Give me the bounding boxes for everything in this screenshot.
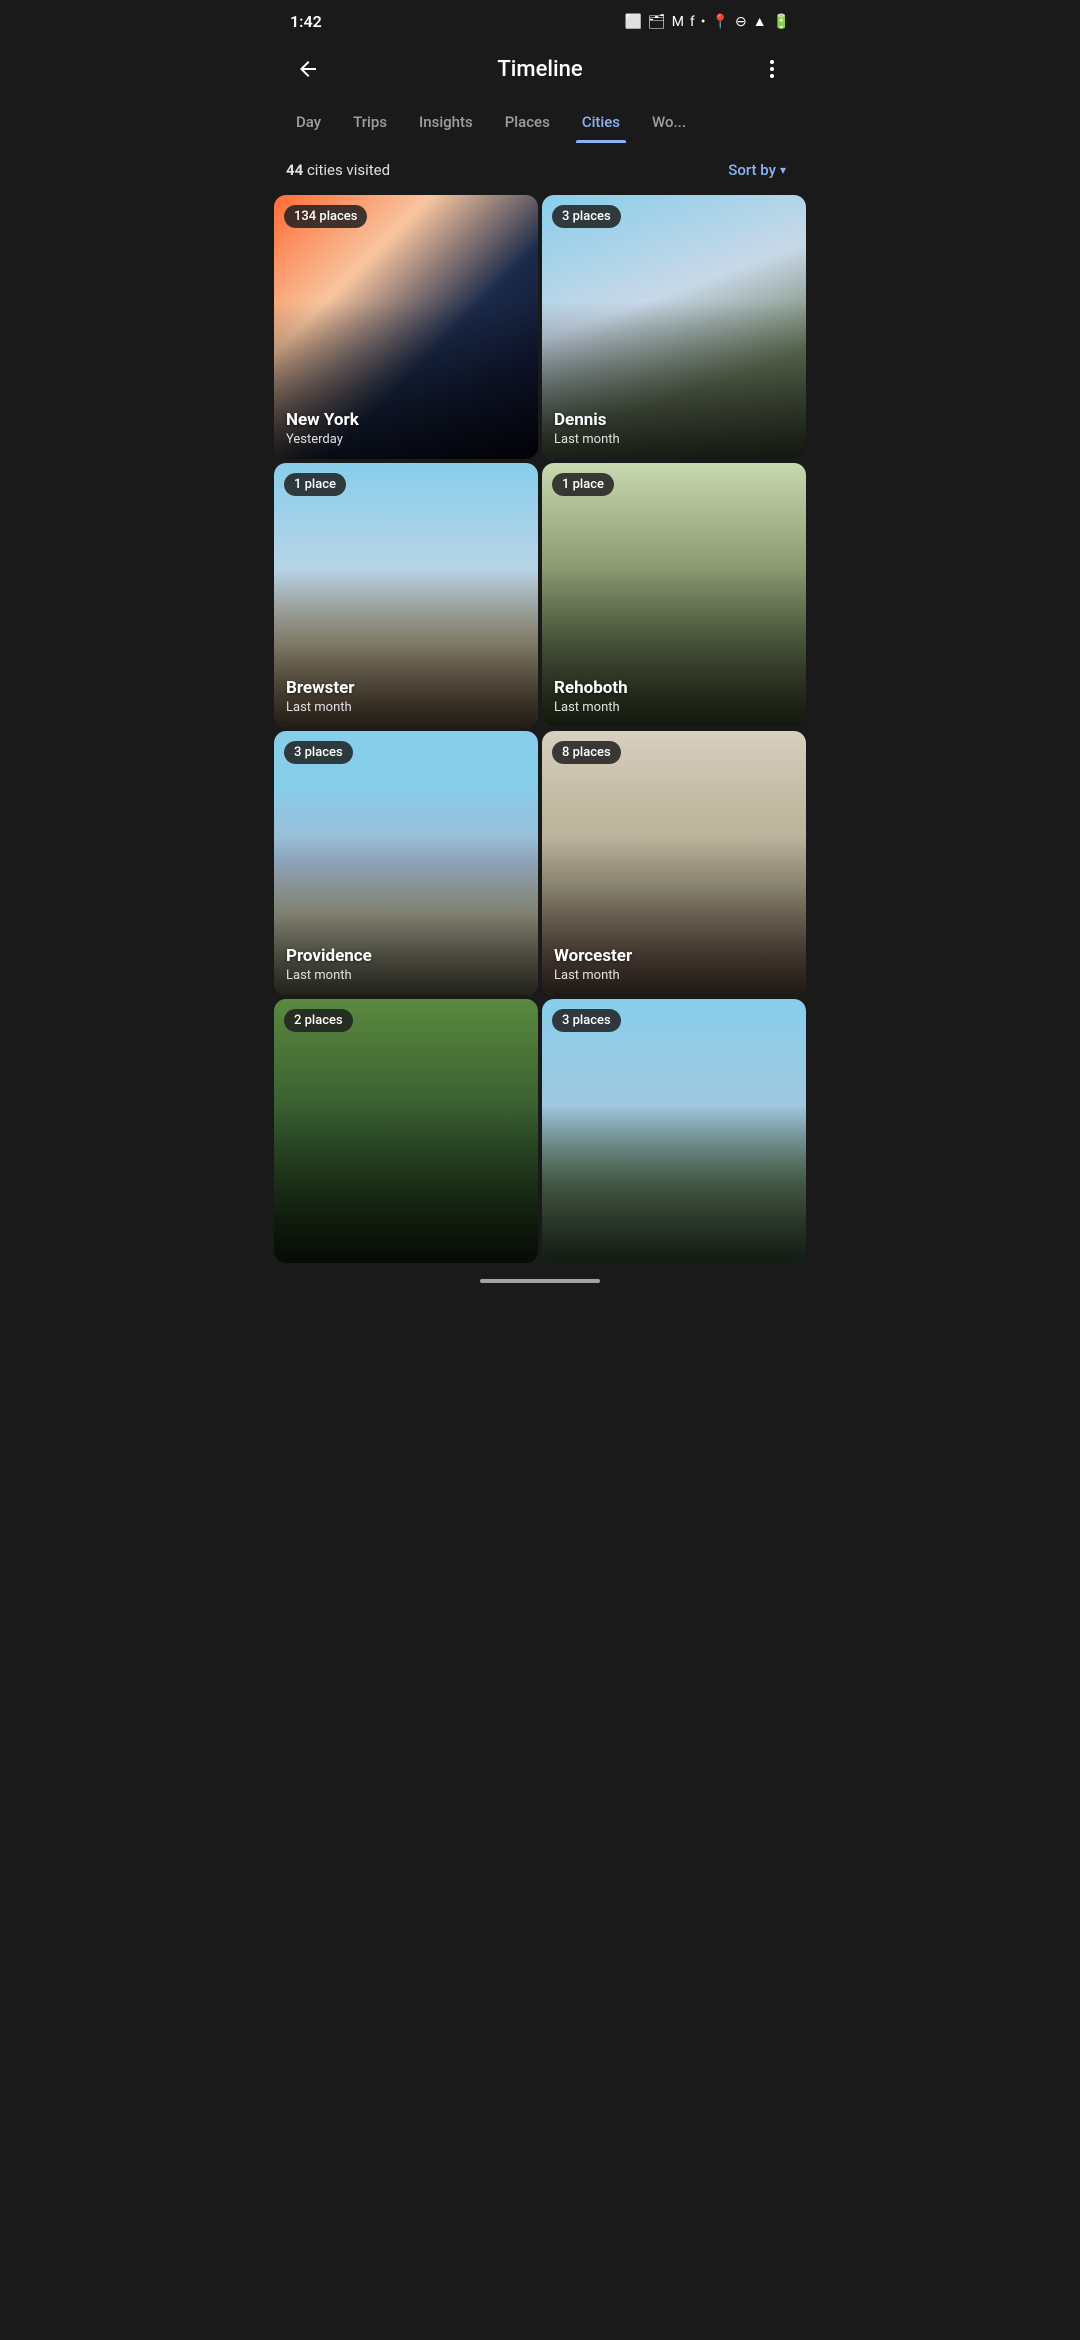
city-name-dennis: Dennis — [554, 410, 794, 430]
city-card-info-worcester: Worcester Last month — [542, 934, 806, 995]
city-card-8[interactable]: 3 places — [542, 999, 806, 1263]
facebook-icon: f — [690, 14, 695, 30]
tab-cities[interactable]: Cities — [568, 103, 634, 143]
city-card-info-new-york: New York Yesterday — [274, 398, 538, 459]
messages-icon: 🗂 — [648, 14, 666, 30]
back-button[interactable] — [290, 51, 326, 87]
dot-icon: • — [701, 14, 706, 30]
battery-icon: 🔋 — [773, 14, 790, 30]
city-card-info-7 — [274, 1237, 538, 1263]
tab-bar: Day Trips Insights Places Cities Wo... — [270, 103, 810, 143]
cities-grid: 134 places New York Yesterday 3 places D… — [270, 195, 810, 1267]
city-name-rehoboth: Rehoboth — [554, 678, 794, 698]
page-title: Timeline — [497, 57, 582, 82]
city-card-providence[interactable]: 3 places Providence Last month — [274, 731, 538, 995]
city-card-new-york[interactable]: 134 places New York Yesterday — [274, 195, 538, 459]
cities-count: 44 cities visited — [286, 161, 390, 179]
status-time: 1:42 — [290, 12, 322, 31]
places-badge-brewster: 1 place — [284, 473, 346, 496]
city-card-info-8 — [542, 1237, 806, 1263]
places-badge-8: 3 places — [552, 1009, 621, 1032]
city-date-dennis: Last month — [554, 432, 794, 447]
city-name-worcester: Worcester — [554, 946, 794, 966]
city-date-rehoboth: Last month — [554, 700, 794, 715]
city-card-info-rehoboth: Rehoboth Last month — [542, 666, 806, 727]
city-card-image-8 — [542, 999, 806, 1263]
header: Timeline — [270, 39, 810, 103]
dnd-icon: ⊖ — [735, 14, 747, 30]
more-options-button[interactable] — [754, 51, 790, 87]
city-card-rehoboth[interactable]: 1 place Rehoboth Last month — [542, 463, 806, 727]
tab-trips[interactable]: Trips — [339, 103, 401, 143]
list-header: 44 cities visited Sort by ▾ — [270, 143, 810, 195]
city-card-worcester[interactable]: 8 places Worcester Last month — [542, 731, 806, 995]
places-badge-providence: 3 places — [284, 741, 353, 764]
city-date-brewster: Last month — [286, 700, 526, 715]
wifi-icon: ▲ — [753, 13, 767, 30]
city-date-worcester: Last month — [554, 968, 794, 983]
chevron-down-icon: ▾ — [780, 163, 786, 177]
city-card-info-dennis: Dennis Last month — [542, 398, 806, 459]
status-icons: ⬜ 🗂 M f • 📍 ⊖ ▲ 🔋 — [624, 13, 790, 30]
city-date-new-york: Yesterday — [286, 432, 526, 447]
location-icon: 📍 — [712, 14, 729, 30]
city-card-info-brewster: Brewster Last month — [274, 666, 538, 727]
city-date-providence: Last month — [286, 968, 526, 983]
tab-worlds[interactable]: Wo... — [638, 103, 700, 143]
bottom-indicator — [270, 1267, 810, 1295]
city-name-brewster: Brewster — [286, 678, 526, 698]
tab-places[interactable]: Places — [491, 103, 564, 143]
places-badge-7: 2 places — [284, 1009, 353, 1032]
tab-day[interactable]: Day — [282, 103, 335, 143]
places-badge-rehoboth: 1 place — [552, 473, 614, 496]
city-name-providence: Providence — [286, 946, 526, 966]
city-card-brewster[interactable]: 1 place Brewster Last month — [274, 463, 538, 727]
notification-icon: ⬜ — [624, 14, 641, 30]
status-bar: 1:42 ⬜ 🗂 M f • 📍 ⊖ ▲ 🔋 — [270, 0, 810, 39]
city-card-image-7 — [274, 999, 538, 1263]
sort-button[interactable]: Sort by ▾ — [720, 157, 794, 183]
gmail-icon: M — [672, 14, 684, 30]
places-badge-worcester: 8 places — [552, 741, 621, 764]
tab-insights[interactable]: Insights — [405, 103, 487, 143]
city-card-info-providence: Providence Last month — [274, 934, 538, 995]
city-card-dennis[interactable]: 3 places Dennis Last month — [542, 195, 806, 459]
places-badge-dennis: 3 places — [552, 205, 621, 228]
city-card-7[interactable]: 2 places — [274, 999, 538, 1263]
places-badge-new-york: 134 places — [284, 205, 367, 228]
city-name-new-york: New York — [286, 410, 526, 430]
home-indicator — [480, 1279, 600, 1283]
